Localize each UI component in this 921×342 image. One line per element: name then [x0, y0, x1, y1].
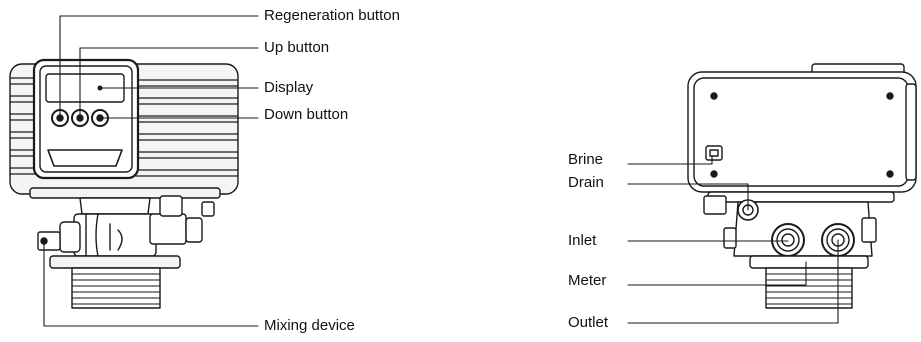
back-view-valve [687, 63, 917, 309]
label-down-button: Down button [264, 106, 349, 123]
label-mixing-device: Mixing device [264, 317, 355, 334]
label-inlet: Inlet [568, 232, 597, 249]
label-meter: Meter [568, 272, 607, 289]
valve-diagram: Regeneration button Up button Display Do… [0, 0, 921, 337]
label-outlet: Outlet [568, 314, 609, 331]
label-drain: Drain [568, 174, 604, 191]
label-display: Display [264, 79, 314, 96]
label-up-button: Up button [264, 39, 330, 56]
label-regeneration-button: Regeneration button [264, 7, 400, 24]
label-brine: Brine [568, 151, 604, 168]
